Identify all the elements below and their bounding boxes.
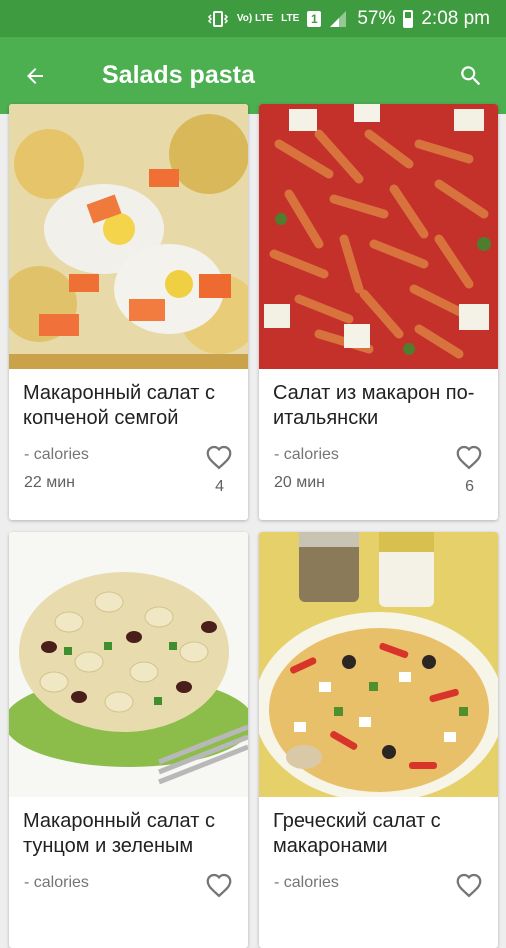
app-bar: Salads pasta [0,37,506,114]
signal-icon [330,10,347,27]
recipe-time: 20 мин [274,474,326,491]
battery-icon [403,9,414,28]
heart-icon[interactable] [204,442,234,470]
page-title: Salads pasta [102,61,255,89]
heart-icon[interactable] [454,442,484,470]
search-button[interactable] [436,37,506,114]
recipe-title: Макаронный салат с тунцом и зеленым [23,810,215,857]
lte-indicator: LTE [281,12,300,24]
status-bar: Vo) LTE LTE 1 57% 2:08 pm [0,0,506,37]
heart-icon[interactable] [204,870,234,898]
heart-icon[interactable] [454,870,484,898]
clock: 2:08 pm [421,7,490,29]
sim-indicator: 1 [307,10,322,27]
recipe-image [9,104,248,369]
recipe-calories: - calories [24,874,89,891]
recipe-image [259,104,498,369]
recipe-image [9,532,248,797]
recipe-card[interactable]: Салат из макарон по-итальянски - calorie… [259,104,498,520]
recipe-title: Макаронный салат с копченой семгой [23,382,215,429]
back-button[interactable] [0,37,70,114]
recipe-calories: - calories [24,446,89,463]
battery-percent: 57% [357,7,396,29]
like-count: 6 [465,478,474,495]
like-count: 4 [215,478,224,495]
vibrate-icon [207,10,228,27]
recipe-card[interactable]: Макаронный салат с тунцом и зеленым - ca… [9,532,248,948]
search-icon [461,65,481,85]
recipe-card[interactable]: Макаронный салат с копченой семгой - cal… [9,104,248,520]
recipe-calories: - calories [274,446,339,463]
arrow-back-icon [27,67,43,84]
recipe-card[interactable]: Греческий салат с макаронами - calories [259,532,498,948]
volte-indicator: Vo) LTE [236,12,274,24]
recipe-title: Греческий салат с макаронами [273,810,441,857]
recipe-calories: - calories [274,874,339,891]
recipe-title: Салат из макарон по-итальянски [273,382,475,429]
recipe-image [259,532,498,797]
recipe-time: 22 мин [24,474,76,491]
